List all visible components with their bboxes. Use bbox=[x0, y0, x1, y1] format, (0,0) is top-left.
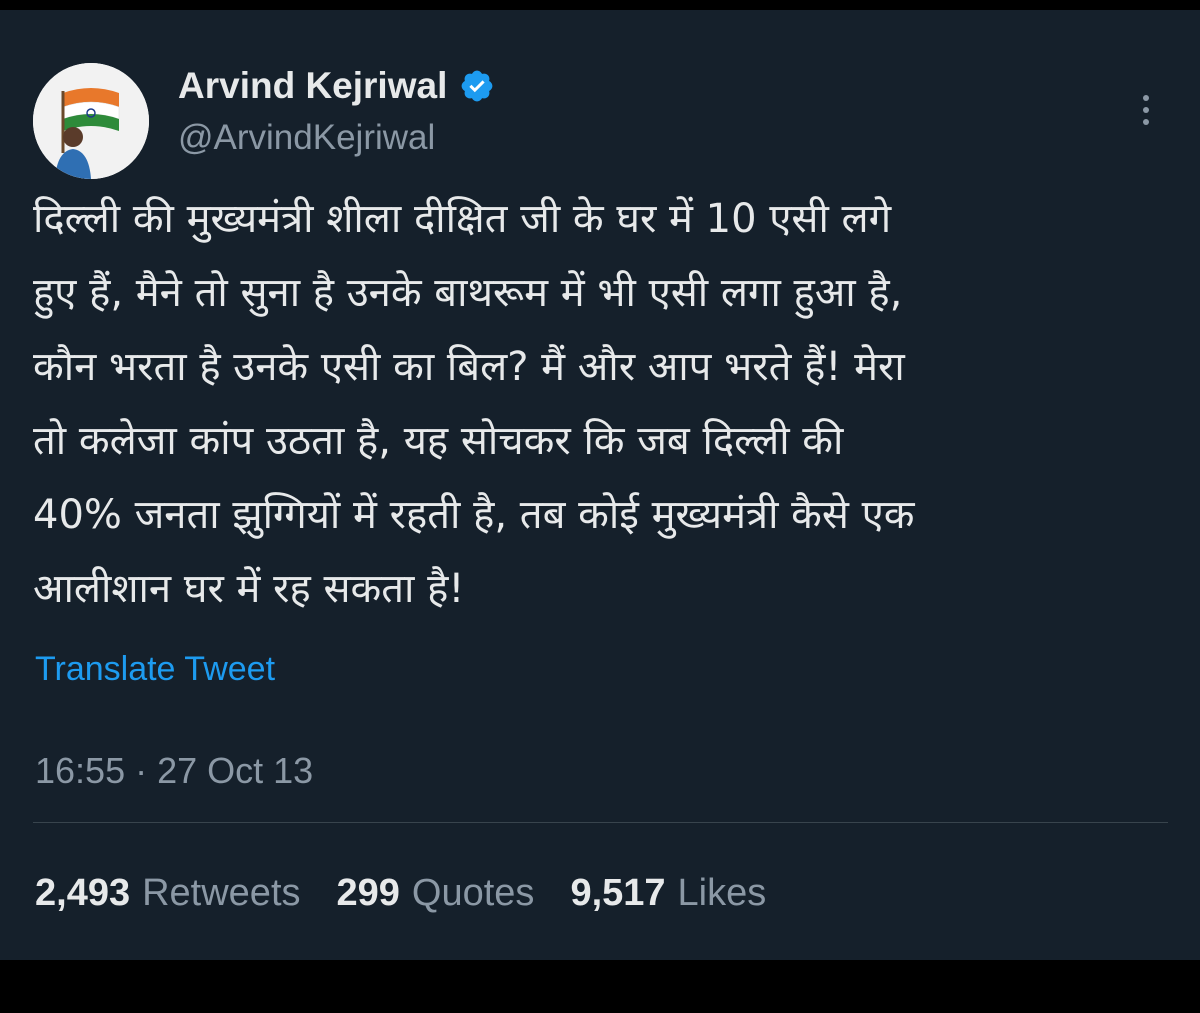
more-dot bbox=[1143, 107, 1149, 113]
tweet-text-line: कौन भरता है उनके एसी का बिल? मैं और आप भ… bbox=[33, 344, 905, 390]
likes-count: 9,517 bbox=[570, 872, 666, 914]
quotes-label: Quotes bbox=[411, 872, 535, 914]
tweet-text-line: हुए हैं, मैने तो सुना है उनके बाथरूम में… bbox=[33, 270, 903, 316]
more-options-icon[interactable] bbox=[1126, 86, 1166, 134]
tweet-text-line: दिल्ली की मुख्यमंत्री शीला दीक्षित जी के… bbox=[33, 196, 892, 242]
divider bbox=[33, 822, 1168, 823]
verified-badge-icon bbox=[459, 68, 495, 104]
screen: Arvind Kejriwal @ArvindKejriwal दिल्ली क… bbox=[0, 0, 1200, 1013]
likes-stat[interactable]: 9,517 Likes bbox=[570, 872, 766, 915]
author-handle[interactable]: @ArvindKejriwal bbox=[178, 118, 435, 158]
author-name-row: Arvind Kejriwal bbox=[178, 60, 495, 112]
tweet-text: दिल्ली की मुख्यमंत्री शीला दीक्षित जी के… bbox=[33, 182, 1158, 626]
tweet-text-line: तो कलेजा कांप उठता है, यह सोचकर कि जब दि… bbox=[33, 418, 844, 464]
likes-label: Likes bbox=[677, 872, 767, 914]
more-dot bbox=[1143, 95, 1149, 101]
author-display-name[interactable]: Arvind Kejriwal bbox=[178, 65, 447, 107]
more-dot bbox=[1143, 119, 1149, 125]
avatar-image bbox=[33, 63, 149, 179]
avatar[interactable] bbox=[33, 63, 149, 179]
tweet-timestamp[interactable]: 16:55 · 27 Oct 13 bbox=[35, 750, 313, 792]
engagement-stats: 2,493 Retweets 299 Quotes 9,517 Likes bbox=[35, 872, 802, 915]
retweets-label: Retweets bbox=[142, 872, 301, 914]
quotes-count: 299 bbox=[336, 872, 400, 914]
tweet-text-line: आलीशान घर में रह सकता है! bbox=[33, 566, 465, 612]
retweets-stat[interactable]: 2,493 Retweets bbox=[35, 872, 301, 915]
translate-tweet-link[interactable]: Translate Tweet bbox=[35, 650, 275, 689]
tweet-text-line: 40% जनता झुग्गियों में रहती है, तब कोई म… bbox=[33, 492, 915, 538]
quotes-stat[interactable]: 299 Quotes bbox=[337, 872, 535, 915]
retweets-count: 2,493 bbox=[35, 872, 131, 914]
tweet-card: Arvind Kejriwal @ArvindKejriwal दिल्ली क… bbox=[0, 10, 1200, 960]
